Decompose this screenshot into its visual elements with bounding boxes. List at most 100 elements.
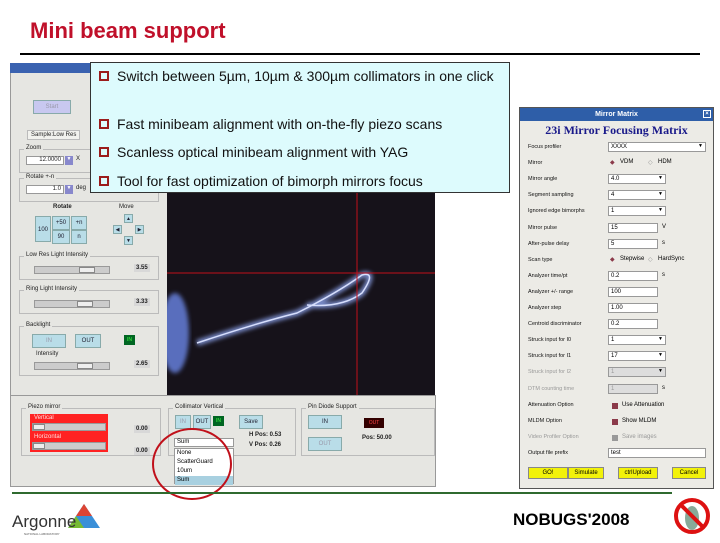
checkbox-bullet-icon <box>99 119 109 129</box>
radio-icon[interactable]: ◇ <box>648 159 653 166</box>
radio-label: Stepwise <box>620 255 645 262</box>
chevron-down-icon[interactable]: ▼ <box>658 352 663 358</box>
row-field[interactable]: 100 <box>608 286 658 297</box>
vertical-slider[interactable] <box>32 423 106 431</box>
slide-title: Mini beam support <box>30 18 226 43</box>
row-field[interactable]: 0.2 <box>608 319 658 330</box>
horizontal-slider[interactable] <box>32 442 106 450</box>
go-button[interactable]: GO! <box>528 467 568 479</box>
row-unit: V <box>662 223 667 230</box>
yag-camera-view[interactable] <box>167 193 435 395</box>
vertical-label: Vertical <box>34 415 54 421</box>
horizontal-value: 0.00 <box>134 447 150 455</box>
dialog-heading: 23i Mirror Focusing Matrix <box>545 123 688 137</box>
pin-diode-out-button[interactable]: OUT <box>308 437 342 451</box>
collimator-vertical-label: Collimator Vertical <box>173 404 226 410</box>
rotate-plus50-button[interactable]: +50 <box>52 216 70 230</box>
collimator-in-button[interactable]: IN <box>175 415 191 429</box>
ring-light-slider[interactable] <box>34 300 110 308</box>
close-icon[interactable]: × <box>703 110 711 118</box>
logo-text: Argonne <box>12 512 77 531</box>
dialog-titlebar: Mirror Matrix × <box>520 108 713 121</box>
row-label: Mirror angle <box>528 176 558 183</box>
row-field[interactable]: 5 <box>608 238 658 249</box>
start-button[interactable]: Start <box>33 100 71 114</box>
chevron-down-icon[interactable]: ▼ <box>658 207 663 213</box>
simulate-button[interactable]: Simulate <box>568 467 604 479</box>
row-unit: s <box>662 384 665 391</box>
tab-sample-low-res[interactable]: Sample:Low Res <box>27 130 81 140</box>
bullet-item: Scanless optical minibeam alignment with… <box>99 144 408 160</box>
rotate-90-button[interactable]: 90 <box>52 230 70 244</box>
pin-diode-in-button[interactable]: IN <box>308 415 342 429</box>
ctrl-upload-button[interactable]: ctrlUpload <box>618 467 658 479</box>
row-field[interactable]: 1 <box>608 383 658 394</box>
checkbox-label: Show MLDM <box>622 417 657 424</box>
feature-callout: Switch between 5µm, 10µm & 300µm collima… <box>90 62 510 193</box>
vertical-value: 0.00 <box>134 425 150 433</box>
checkbox-bullet-icon <box>99 176 109 186</box>
checkbox-label: Save images <box>622 433 657 440</box>
row-field[interactable]: test <box>608 447 706 458</box>
radio-icon[interactable]: ◆ <box>610 159 615 166</box>
checkbox[interactable] <box>612 402 618 409</box>
bullet-text: Tool for fast optimization of bimorph mi… <box>117 173 423 189</box>
low-res-light-slider[interactable] <box>34 266 110 274</box>
horizontal-label: Horizontal <box>34 434 62 440</box>
chevron-down-icon[interactable]: ▼ <box>65 185 73 194</box>
row-label: Analyzer step <box>528 305 562 311</box>
checkbox[interactable] <box>612 418 618 425</box>
ring-light-value: 3.33 <box>134 298 150 306</box>
rotate-field[interactable]: 1.0 <box>26 185 64 194</box>
rotate-plus-n-button[interactable]: +n <box>71 216 87 230</box>
no-bugs-icon <box>672 496 712 536</box>
chevron-down-icon[interactable]: ▼ <box>658 175 663 181</box>
argonne-logo: Argonne NATIONAL LABORATORY <box>12 500 107 543</box>
chevron-down-icon[interactable]: ▼ <box>698 143 703 149</box>
move-down-icon[interactable]: ▼ <box>124 236 133 245</box>
collimator-save-button[interactable]: Save <box>239 415 263 429</box>
chevron-down-icon[interactable]: ▼ <box>65 156 73 165</box>
row-field[interactable]: 15 <box>608 222 658 233</box>
rotate-n-button[interactable]: n <box>71 230 87 244</box>
checkbox-label: Use Attenuation <box>622 401 665 408</box>
cancel-button[interactable]: Cancel <box>672 467 706 479</box>
move-left-icon[interactable]: ◀ <box>113 225 122 234</box>
beam-image <box>167 193 435 395</box>
chevron-down-icon[interactable]: ▼ <box>658 191 663 197</box>
radio-label: VDM <box>620 159 634 166</box>
row-label: Ignored edge bimorphs <box>528 208 585 215</box>
collimator-out-button[interactable]: OUT <box>193 415 211 429</box>
backlight-in-button[interactable]: IN <box>32 334 66 348</box>
row-field[interactable]: XXXX <box>608 142 706 152</box>
rotate-n-label: Rotate +-n <box>24 174 57 180</box>
checkbox-bullet-icon <box>99 147 109 157</box>
row-label: DTM counting time <box>528 385 575 392</box>
row-label: Analyzer +/- range <box>528 288 574 295</box>
row-field[interactable]: 0.2 <box>608 270 658 281</box>
chevron-down-icon[interactable]: ▼ <box>658 336 663 342</box>
ring-light-group: Ring Light Intensity 3.33 <box>19 286 159 314</box>
row-field[interactable]: 1.00 <box>608 303 658 313</box>
backlight-intensity-slider[interactable] <box>34 362 110 370</box>
backlight-out-button[interactable]: OUT <box>75 334 101 348</box>
radio-icon[interactable]: ◇ <box>648 256 653 263</box>
move-up-icon[interactable]: ▲ <box>124 214 133 223</box>
row-label: Segment sampling <box>528 192 574 199</box>
chevron-down-icon[interactable]: ▼ <box>658 368 663 374</box>
logo-subtext: NATIONAL LABORATORY <box>24 532 60 536</box>
radio-icon[interactable]: ◆ <box>610 256 615 263</box>
bullet-item: Tool for fast optimization of bimorph mi… <box>99 173 423 189</box>
pin-diode-status-led: OUT <box>364 418 384 428</box>
backlight-group: Backlight IN OUT IN Intensity 2.65 <box>19 322 159 376</box>
row-label: After-pulse delay <box>528 240 570 247</box>
move-right-icon[interactable]: ▶ <box>135 225 144 234</box>
rotate-100-button[interactable]: 100 <box>35 216 51 242</box>
v-pos-readout: V Pos: 0.26 <box>249 442 282 448</box>
row-label: Struck input for I1 <box>528 353 572 360</box>
row-label: Mirror pulse <box>528 224 558 231</box>
checkbox[interactable] <box>612 434 618 441</box>
row-label: Struck input for I0 <box>528 337 572 344</box>
row-label: Struck input for I2 <box>528 369 572 376</box>
zoom-field[interactable]: 12.0000 <box>26 156 64 165</box>
